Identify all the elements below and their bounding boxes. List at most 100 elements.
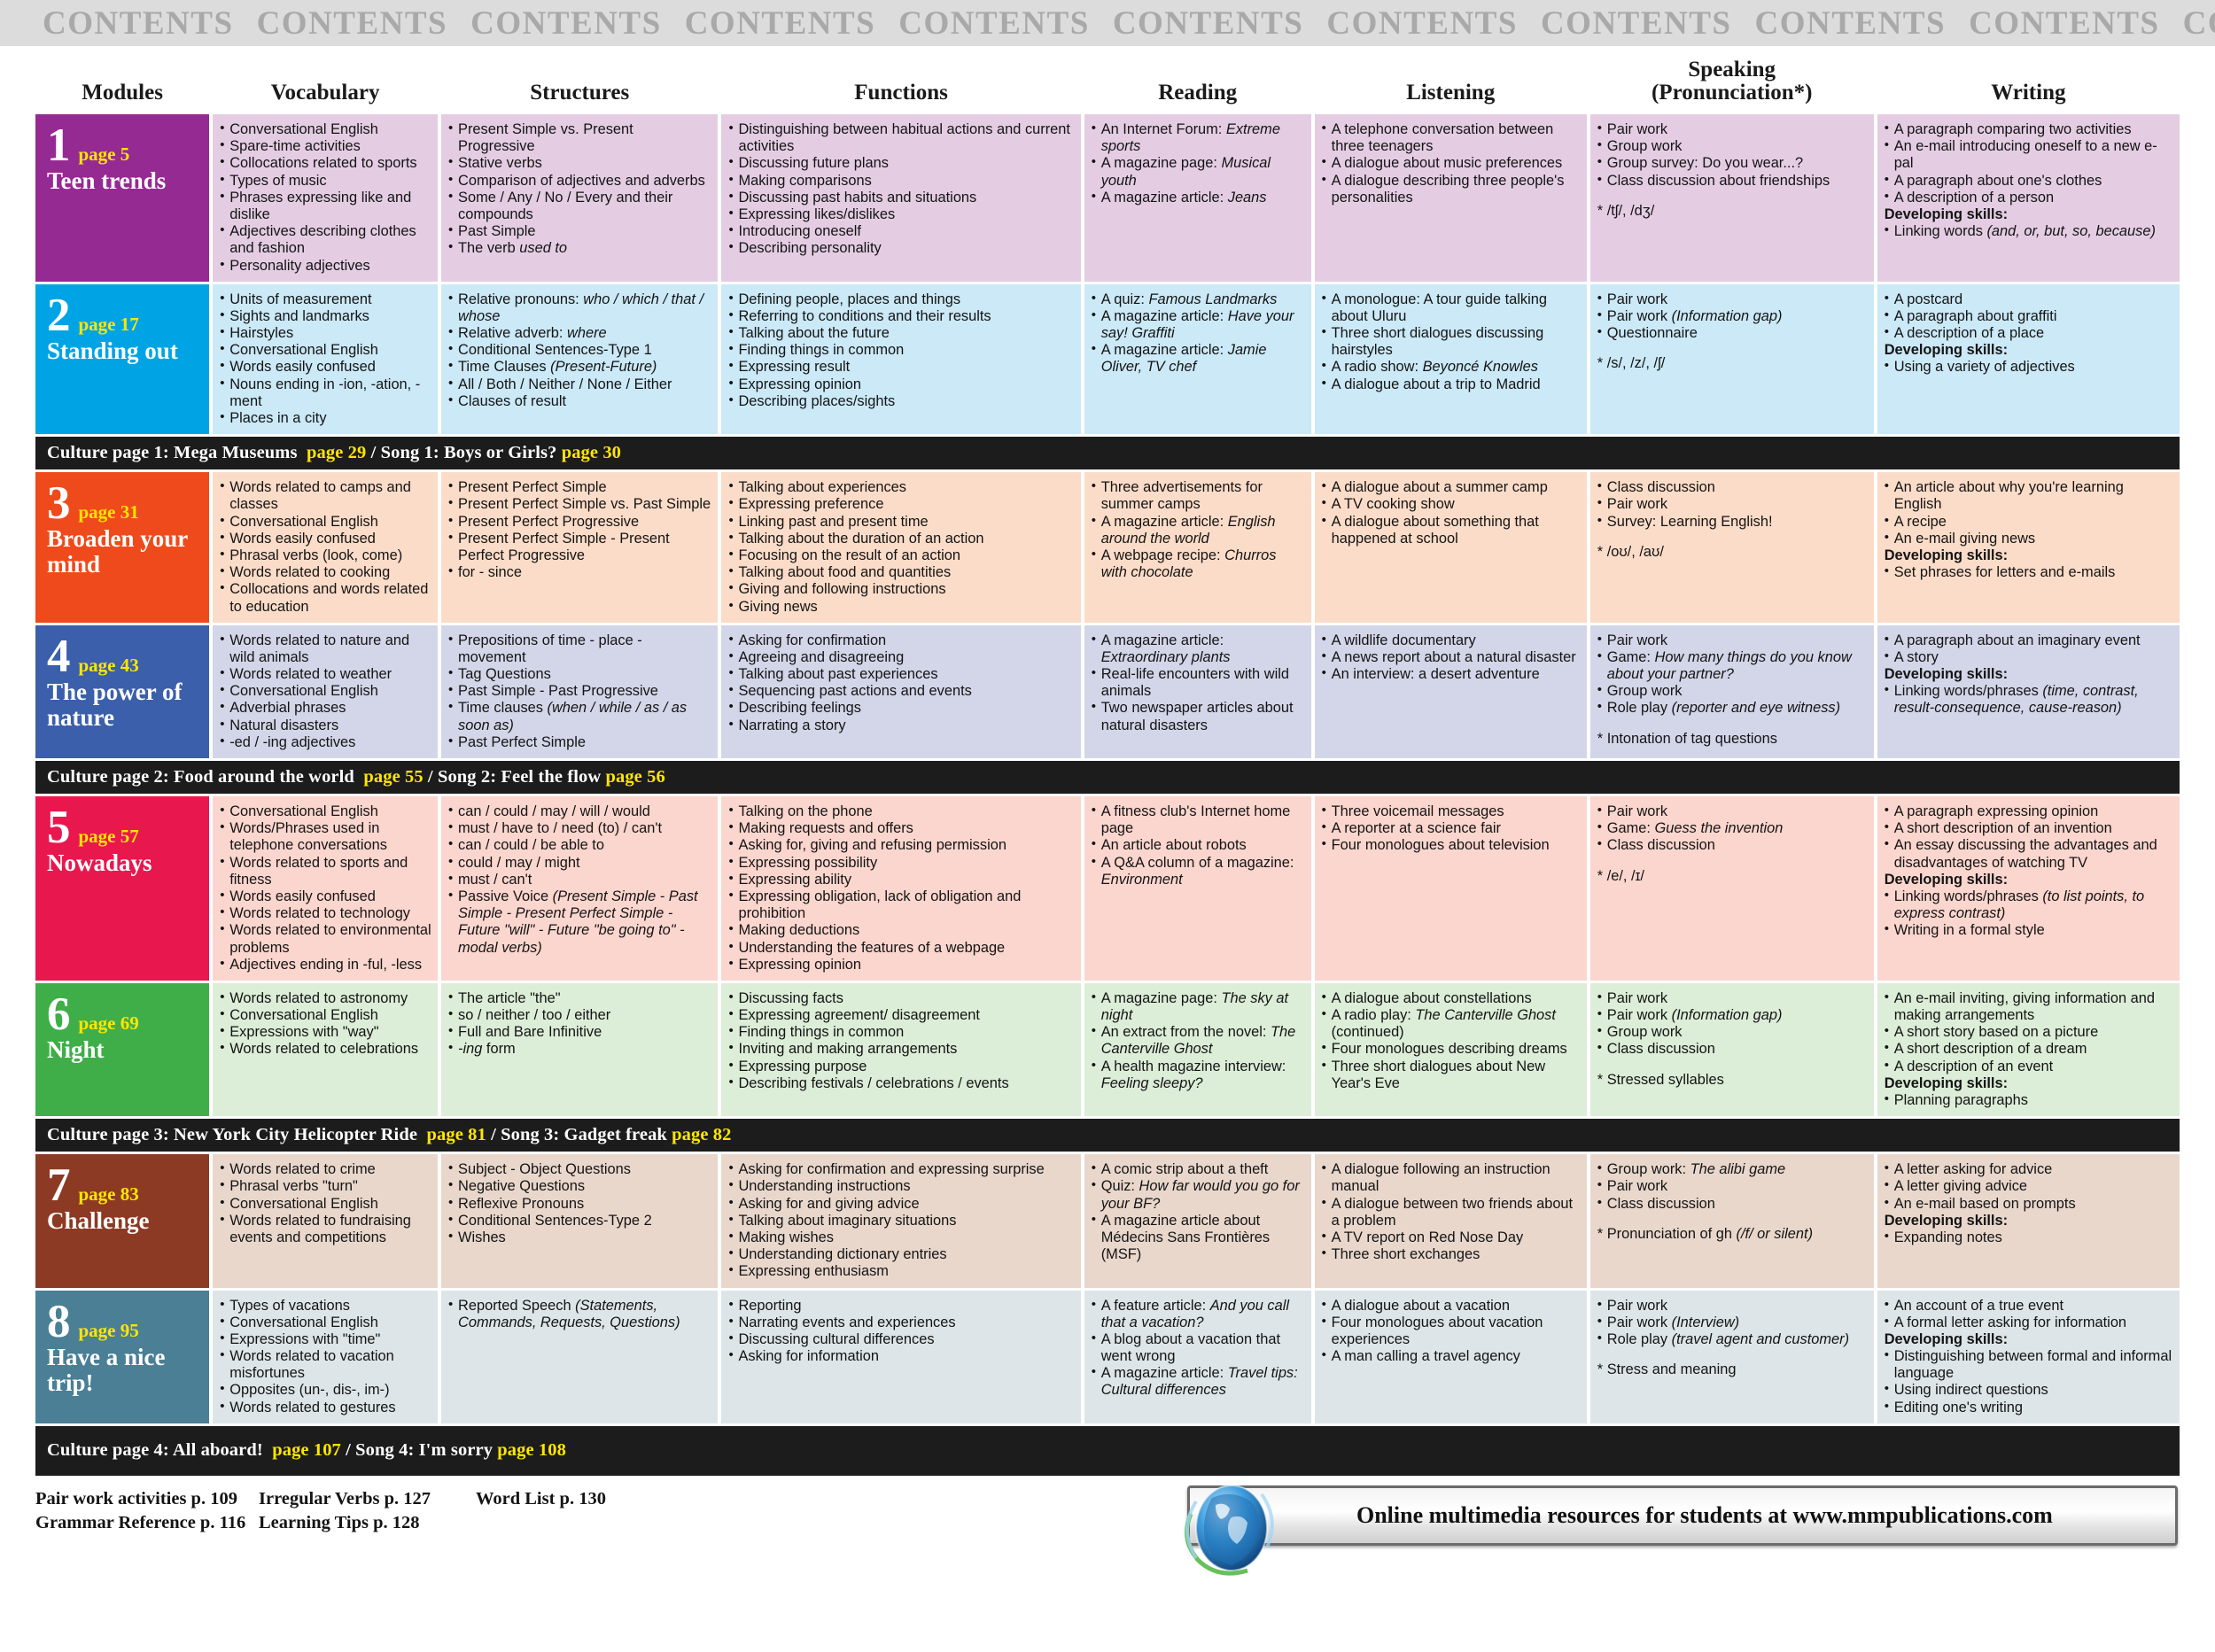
pronunciation-note: * Intonation of tag questions [1597, 730, 1777, 747]
functions-cell: Asking for confirmationAgreeing and disa… [721, 624, 1081, 758]
list-item: Words related to crime [220, 1160, 431, 1178]
table-row: 6page 69NightWords related to astronomyC… [35, 982, 2180, 1117]
module-page-ref[interactable]: page 83 [79, 1183, 139, 1205]
table-row: 7page 83ChallengeWords related to crimeP… [35, 1154, 2180, 1288]
module-cell-2[interactable]: 2 page 17 Standing out [35, 283, 210, 435]
list-item: A letter asking for advice [1885, 1160, 2173, 1178]
list-item: An account of a true event [1885, 1296, 2173, 1315]
list-item: Describing personality [728, 239, 1074, 257]
structures-cell: Present Perfect SimplePresent Perfect Si… [441, 472, 719, 623]
module-number: 1 [47, 120, 71, 171]
list-item: Collocations and words related to educat… [220, 580, 431, 615]
culture-page-bar[interactable]: Culture page 1: Mega Museums page 29 / S… [35, 437, 2180, 470]
contents-word: CONTENTS [898, 4, 1090, 42]
list-item: Giving and following instructions [728, 580, 1074, 598]
list-item: Developing skills: [1884, 206, 2009, 222]
list-item: Understanding dictionary entries [728, 1245, 1074, 1263]
module-number: 5 [47, 802, 71, 853]
list-item: Expressing possibility [728, 854, 1074, 872]
module-page-ref[interactable]: page 43 [79, 655, 139, 676]
culture-page-ref[interactable]: page 107 [272, 1440, 341, 1460]
list-item: Three short dialogues discussing hairsty… [1322, 324, 1581, 359]
list-item: Group work: The alibi game [1597, 1160, 1868, 1178]
module-cell-5[interactable]: 5 page 57 Nowadays [35, 796, 210, 981]
culture-bar-row: Culture page 2: Food around the world pa… [35, 761, 2180, 794]
module-cell-3[interactable]: 3 page 31 Broaden your mind [35, 472, 210, 623]
list-item: An essay discussing the advantages and d… [1885, 836, 2173, 871]
module-page-ref[interactable]: page 31 [79, 501, 139, 523]
list-item: Stative verbs [448, 154, 711, 172]
footer-link[interactable]: Word List p. 130 [476, 1487, 653, 1511]
speaking-cell: Pair workGame: Guess the inventionClass … [1589, 796, 1874, 981]
module-cell-7[interactable]: 7 page 83 Challenge [35, 1154, 210, 1288]
functions-cell: Talking about experiencesExpressing pref… [721, 472, 1081, 623]
song-page-ref[interactable]: page 56 [605, 767, 664, 787]
module-page-ref[interactable]: page 69 [79, 1012, 139, 1034]
list-item: Asking for, giving and refusing permissi… [728, 836, 1074, 854]
structures-cell: The article "the"so / neither / too / ei… [441, 982, 719, 1117]
list-item: Pair work [1597, 495, 1868, 513]
footer-link[interactable]: Grammar Reference p. 116 [35, 1511, 259, 1535]
column-header-listening: Listening [1314, 49, 1587, 112]
listening-cell: A dialogue about a summer campA TV cooki… [1314, 472, 1587, 623]
song-page-ref[interactable]: page 30 [562, 443, 621, 462]
list-item: Describing festivals / celebrations / ev… [728, 1074, 1074, 1092]
list-item: Present Perfect Simple [448, 478, 711, 496]
list-item: A recipe [1885, 513, 2173, 531]
list-item: Pair work [1597, 120, 1868, 138]
list-item: must / can't [448, 871, 711, 888]
song-page-ref[interactable]: page 108 [497, 1440, 566, 1460]
list-item: A paragraph about an imaginary event [1885, 632, 2173, 649]
footer-link[interactable]: Learning Tips p. 128 [259, 1511, 476, 1535]
list-item: so / neither / too / either [448, 1006, 711, 1024]
list-item: Expressing purpose [728, 1058, 1074, 1075]
culture-page-bar[interactable]: Culture page 3: New York City Helicopter… [35, 1119, 2180, 1152]
module-page-ref[interactable]: page 5 [79, 143, 130, 165]
module-cell-1[interactable]: 1 page 5 Teen trends [35, 114, 210, 282]
list-item: Conversational English [220, 803, 431, 820]
list-item: Asking for and giving advice [728, 1195, 1074, 1213]
list-item: Class discussion [1597, 1195, 1868, 1213]
module-cell-4[interactable]: 4 page 43 The power of nature [35, 624, 210, 758]
module-page-ref[interactable]: page 17 [79, 314, 139, 335]
list-item: Words related to environmental problems [220, 921, 431, 956]
song-page-ref[interactable]: page 82 [672, 1125, 731, 1144]
list-item: Phrasal verbs (look, come) [220, 547, 431, 564]
module-cell-8[interactable]: 8 page 95 Have a nice trip! [35, 1290, 210, 1423]
list-item: must / have to / need (to) / can't [448, 819, 711, 837]
culture-page-ref[interactable]: page 81 [427, 1125, 486, 1144]
list-item: A formal letter asking for information [1885, 1314, 2173, 1331]
list-item: A paragraph about graffiti [1885, 307, 2173, 325]
list-item: A magazine article about Médecins Sans F… [1092, 1212, 1305, 1264]
list-item: A dialogue about constellations [1322, 989, 1581, 1007]
module-number: 4 [47, 630, 71, 682]
module-cell-6[interactable]: 6 page 69 Night [35, 982, 210, 1117]
list-item: Types of vacations [220, 1296, 431, 1315]
module-number: 2 [47, 289, 71, 341]
culture-page-ref[interactable]: page 29 [307, 443, 366, 462]
list-item: Narrating a story [728, 717, 1074, 734]
list-item: A magazine page: The sky at night [1092, 989, 1305, 1024]
list-item: An e-mail inviting, giving information a… [1885, 989, 2173, 1024]
footer-link[interactable]: Irregular Verbs p. 127 [259, 1487, 476, 1511]
list-item: A dialogue about a summer camp [1322, 478, 1581, 496]
list-item: Present Perfect Simple vs. Past Simple [448, 495, 711, 513]
module-page-ref[interactable]: page 95 [79, 1320, 139, 1341]
list-item: Group survey: Do you wear...? [1597, 154, 1868, 172]
culture-page-ref[interactable]: page 55 [363, 767, 423, 787]
multimedia-banner[interactable]: Online multimedia resources for students… [1187, 1485, 2178, 1546]
list-item: Clauses of result [448, 392, 711, 410]
culture-page-bar[interactable]: Culture page 2: Food around the world pa… [35, 761, 2180, 794]
footer-link[interactable]: Pair work activities p. 109 [35, 1487, 259, 1511]
culture-page-bar[interactable]: Culture page 4: All aboard! page 107 / S… [35, 1425, 2180, 1476]
list-item: Role play (reporter and eye witness) [1597, 699, 1868, 717]
list-item: Developing skills: [1884, 547, 2009, 563]
module-page-ref[interactable]: page 57 [79, 826, 139, 847]
list-item: Linking words (and, or, but, so, because… [1885, 222, 2173, 240]
list-item: Past Perfect Simple [448, 733, 711, 751]
list-item: A dialogue about a vacation [1322, 1296, 1581, 1315]
list-item: Expressions with "way" [220, 1023, 431, 1041]
list-item: Pair work (Information gap) [1597, 307, 1868, 325]
list-item: Types of music [220, 172, 431, 190]
contents-word: CONTENTS [1754, 4, 1947, 42]
